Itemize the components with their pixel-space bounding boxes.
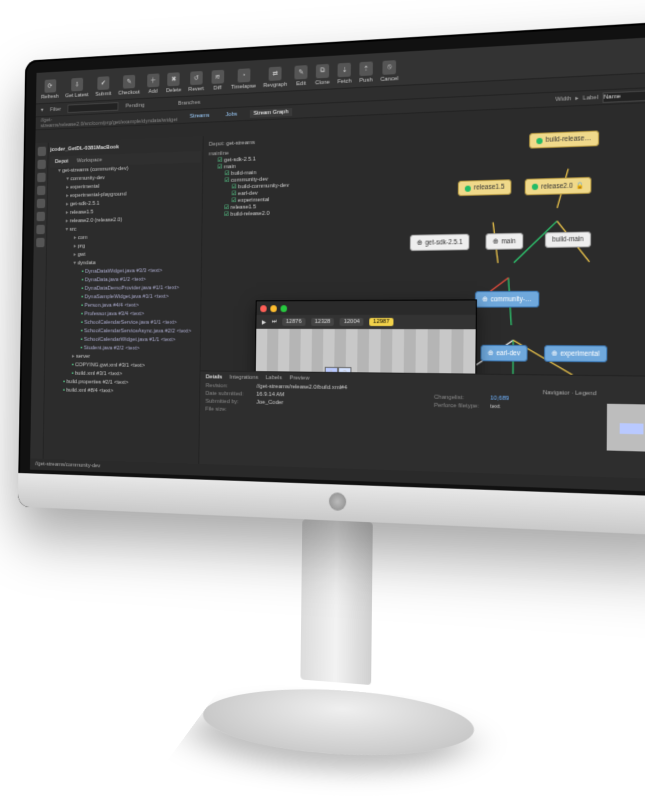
rev-marker[interactable]: 12876 xyxy=(282,318,305,326)
tab-workspace[interactable]: Workspace xyxy=(77,156,102,165)
tab-streamgraph[interactable]: Stream Graph xyxy=(250,108,292,118)
rev-marker[interactable]: 12328 xyxy=(311,318,334,326)
node-release20[interactable]: release2.0 🔒 xyxy=(525,177,592,196)
zoom-icon[interactable] xyxy=(280,305,287,312)
strip-icon[interactable] xyxy=(36,212,44,222)
add-button[interactable]: ＋Add xyxy=(147,73,159,95)
width-label: Width xyxy=(555,96,571,103)
push-button[interactable]: ⇡Push xyxy=(359,61,373,84)
revert-icon: ↺ xyxy=(190,71,203,85)
diff-button[interactable]: ≋Diff xyxy=(211,70,224,92)
checkout-button[interactable]: ✎Checkout xyxy=(118,75,140,97)
tab-streams[interactable]: Streams xyxy=(186,111,213,120)
timelapse-button[interactable]: ◔Timelapse xyxy=(231,68,256,91)
pending-label[interactable]: Pending xyxy=(126,102,145,109)
rev-marker[interactable]: 12987 xyxy=(369,318,393,326)
fetch-button[interactable]: ⇣Fetch xyxy=(337,63,351,86)
main-area: Depot: get-streams mainline get-sdk-2.5.… xyxy=(199,116,645,480)
strip-icon[interactable] xyxy=(36,238,44,247)
clone-button[interactable]: ⧉Clone xyxy=(315,64,330,87)
rev-marker[interactable]: 12004 xyxy=(340,318,364,326)
close-icon[interactable] xyxy=(260,305,267,312)
branches-label[interactable]: Branches xyxy=(178,99,201,106)
node-buildrelease[interactable]: build-release… xyxy=(529,130,599,148)
node-sdk[interactable]: ⊕ get-sdk-2.5.1 xyxy=(410,234,470,251)
tab-integrations[interactable]: Integrations xyxy=(229,375,258,381)
timelapse-titlebar[interactable] xyxy=(256,300,475,315)
filter-label: ▾ xyxy=(41,107,44,114)
monitor-logo xyxy=(329,492,346,511)
refresh-button[interactable]: ⟳Refresh xyxy=(41,79,59,100)
jump-icon[interactable]: ⏭ xyxy=(272,318,277,325)
edit-button[interactable]: ✎Edit xyxy=(295,65,308,87)
stream-graph[interactable]: build-release… release1.5 release2.0 🔒 ⊕… xyxy=(348,118,645,475)
add-icon: ＋ xyxy=(147,73,159,87)
edit-icon: ✎ xyxy=(295,65,308,79)
diff-icon: ≋ xyxy=(211,70,224,84)
checkout-icon: ✎ xyxy=(123,75,135,89)
timelapse-caption: build.properties xyxy=(395,378,435,385)
label-input[interactable] xyxy=(603,88,645,103)
cancel-button[interactable]: ⦸Cancel xyxy=(380,60,398,83)
getlatest-button[interactable]: ⇩Get Latest xyxy=(65,77,89,99)
download-icon: ⇩ xyxy=(71,78,83,92)
node-community[interactable]: ⊕ community-… xyxy=(475,291,539,308)
node-release15[interactable]: release1.5 xyxy=(458,179,512,196)
filter-input[interactable] xyxy=(68,102,119,113)
tab-labels[interactable]: Labels xyxy=(265,375,281,381)
tab-jobs[interactable]: Jobs xyxy=(222,110,241,119)
workspace-tree-panel: jcoder_GetDL-0381MacBook Depot Workspace… xyxy=(43,136,203,464)
strip-icon[interactable] xyxy=(37,147,45,157)
node-earldev[interactable]: ⊕ earl-dev xyxy=(480,345,527,362)
timelapse-icon: ◔ xyxy=(237,68,250,82)
app-window: ⟳Refresh ⇩Get Latest ✔Submit ✎Checkout ＋… xyxy=(30,35,645,493)
graph-edges xyxy=(348,118,645,475)
cancel-icon: ⦸ xyxy=(383,60,397,75)
clone-icon: ⧉ xyxy=(316,64,329,79)
strip-icon[interactable] xyxy=(37,173,45,183)
revert-button[interactable]: ↺Revert xyxy=(188,71,204,93)
fetch-icon: ⇣ xyxy=(338,63,351,78)
status-path: //get-streams/community-dev xyxy=(35,461,100,469)
revgraph-icon: ⇄ xyxy=(269,67,282,81)
tab-depot[interactable]: Depot xyxy=(55,157,69,166)
delete-button[interactable]: ✖Delete xyxy=(166,72,182,94)
strip-icon[interactable] xyxy=(36,199,44,209)
depot-filter-panel: Depot: get-streams mainline get-sdk-2.5.… xyxy=(208,137,338,218)
revgraph-button[interactable]: ⇄Revgraph xyxy=(263,66,287,89)
strip-icon[interactable] xyxy=(36,225,44,234)
minimize-icon[interactable] xyxy=(270,305,277,312)
node-buildmain[interactable]: build-main xyxy=(545,231,591,247)
submit-button[interactable]: ✔Submit xyxy=(95,76,111,98)
preview-thumbnail xyxy=(607,404,645,453)
filter-text[interactable]: Filter xyxy=(50,106,61,112)
submit-icon: ✔ xyxy=(97,76,109,90)
play-icon[interactable]: ▶ xyxy=(262,318,266,325)
node-experimental[interactable]: ⊕ experimental xyxy=(544,345,607,362)
timelapse-toolbar: ▶ ⏭ 12876 12328 12004 12987 xyxy=(256,315,476,329)
label-label: Label xyxy=(583,94,599,101)
node-main[interactable]: ⊕ main xyxy=(485,233,522,250)
tab-preview[interactable]: Preview xyxy=(289,375,309,381)
node-buildcomm[interactable]: ⊕ build-comm… xyxy=(409,344,471,361)
details-panel: Details Integrations Labels Preview Navi… xyxy=(199,370,645,479)
strip-icon[interactable] xyxy=(37,186,45,196)
strip-icon[interactable] xyxy=(37,160,45,170)
tab-details[interactable]: Details xyxy=(206,374,223,380)
delete-icon: ✖ xyxy=(168,72,180,86)
refresh-icon: ⟳ xyxy=(44,79,56,93)
file-tree[interactable]: get-streams (community-dev) community-de… xyxy=(46,162,200,397)
push-icon: ⇡ xyxy=(359,61,373,76)
depot-checklist[interactable]: get-sdk-2.5.1 main build-main community-… xyxy=(208,153,338,219)
